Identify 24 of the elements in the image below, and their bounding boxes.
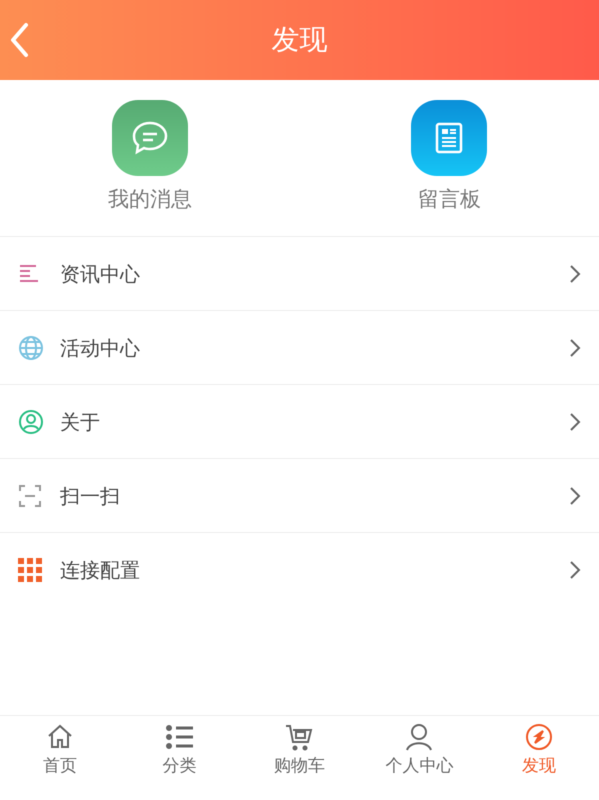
page-title: 发现 bbox=[272, 22, 328, 58]
tab[interactable]: 个人中心 bbox=[359, 716, 480, 800]
list-icon bbox=[164, 722, 195, 752]
user-icon bbox=[18, 408, 44, 434]
chevron-icon bbox=[569, 560, 581, 580]
message-icon[interactable] bbox=[112, 100, 188, 176]
shortcut-label[interactable]: 我的消息 bbox=[108, 184, 192, 216]
scan-icon bbox=[18, 484, 42, 508]
chevron-icon bbox=[569, 412, 581, 432]
chevron-icon bbox=[569, 338, 581, 358]
document-icon[interactable] bbox=[411, 100, 488, 176]
tab[interactable]: 首页 bbox=[0, 716, 120, 800]
lines-icon bbox=[18, 262, 40, 284]
user-icon bbox=[404, 722, 434, 752]
cart-icon bbox=[284, 722, 314, 752]
chevron-icon bbox=[569, 486, 581, 506]
chevron-icon bbox=[569, 264, 581, 284]
globe-icon bbox=[18, 334, 44, 360]
shortcut-label[interactable]: 留言板 bbox=[418, 184, 481, 216]
back-button[interactable] bbox=[8, 22, 30, 58]
tab[interactable]: 分类 bbox=[120, 716, 240, 800]
tab[interactable]: 购物车 bbox=[240, 716, 360, 800]
tab[interactable]: 发现 bbox=[479, 716, 599, 800]
grid-icon bbox=[18, 558, 42, 582]
